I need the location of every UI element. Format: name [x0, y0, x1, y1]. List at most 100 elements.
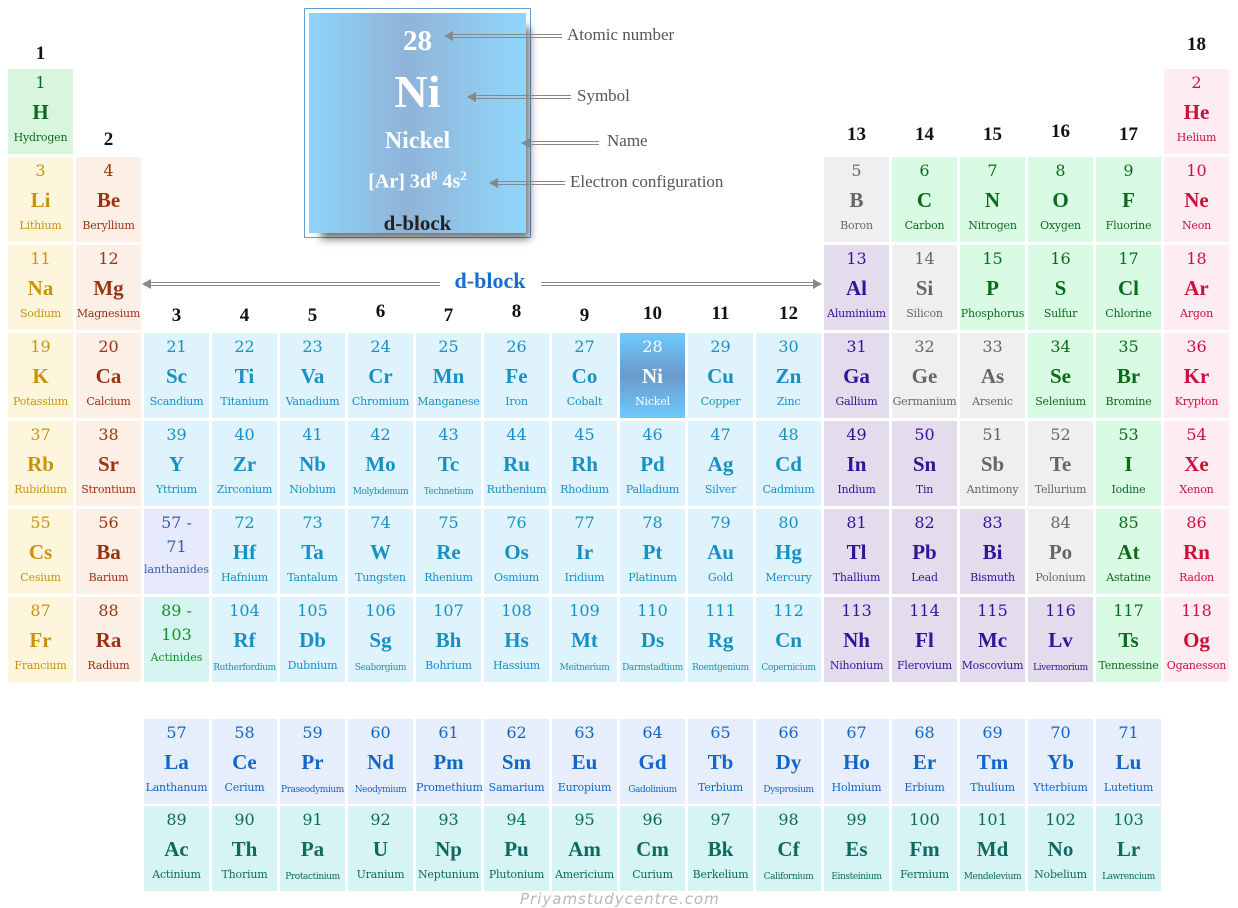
element-cell-rb[interactable]: 37 Rb Rubidium — [8, 421, 73, 506]
element-cell-tl[interactable]: 81 Tl Thallium — [824, 509, 889, 594]
element-cell-gd[interactable]: 64 Gd Gadolinium — [620, 719, 685, 804]
element-cell-kr[interactable]: 36 Kr Krypton — [1164, 333, 1229, 418]
element-cell-o[interactable]: 8 O Oxygen — [1028, 157, 1093, 242]
element-cell-si[interactable]: 14 Si Silicon — [892, 245, 957, 330]
element-cell-al[interactable]: 13 Al Aluminium — [824, 245, 889, 330]
element-cell-lu[interactable]: 71 Lu Lutetium — [1096, 719, 1161, 804]
element-cell-hs[interactable]: 108 Hs Hassium — [484, 597, 549, 682]
element-cell-nh[interactable]: 113 Nh Nihonium — [824, 597, 889, 682]
element-cell-la[interactable]: 57 La Lanthanum — [144, 719, 209, 804]
element-cell-nb[interactable]: 41 Nb Niobium — [280, 421, 345, 506]
element-cell-bk[interactable]: 97 Bk Berkelium — [688, 806, 753, 891]
element-cell-nd[interactable]: 60 Nd Neodymium — [348, 719, 413, 804]
element-cell-cf[interactable]: 98 Cf Californium — [756, 806, 821, 891]
element-cell-s[interactable]: 16 S Sulfur — [1028, 245, 1093, 330]
element-cell-tc[interactable]: 43 Tc Technetium — [416, 421, 481, 506]
element-cell-hg[interactable]: 80 Hg Mercury — [756, 509, 821, 594]
element-cell-rf[interactable]: 104 Rf Rutherfordium — [212, 597, 277, 682]
element-cell-tb[interactable]: 65 Tb Terbium — [688, 719, 753, 804]
element-cell-f[interactable]: 9 F Fluorine — [1096, 157, 1161, 242]
element-cell-ni[interactable]: 28 Ni Nickel — [620, 333, 685, 418]
element-cell-np[interactable]: 93 Np Neptunium — [416, 806, 481, 891]
element-cell-ir[interactable]: 77 Ir Iridium — [552, 509, 617, 594]
element-cell-h[interactable]: 1 H Hydrogen — [8, 69, 73, 154]
element-cell-ce[interactable]: 58 Ce Cerium — [212, 719, 277, 804]
element-cell-zn[interactable]: 30 Zn Zinc — [756, 333, 821, 418]
element-cell-es[interactable]: 99 Es Einsteinium — [824, 806, 889, 891]
element-cell-bh[interactable]: 107 Bh Bohrium — [416, 597, 481, 682]
element-cell-pm[interactable]: 61 Pm Promethium — [416, 719, 483, 804]
element-cell-mo[interactable]: 42 Mo Molybdenum — [348, 421, 413, 506]
element-cell-br[interactable]: 35 Br Bromine — [1096, 333, 1161, 418]
element-cell-be[interactable]: 4 Be Beryllium — [76, 157, 141, 242]
element-cell-in[interactable]: 49 In Indium — [824, 421, 889, 506]
element-cell-ac[interactable]: 89 Ac Actinium — [144, 806, 209, 891]
element-cell-sr[interactable]: 38 Sr Strontium — [76, 421, 141, 506]
element-cell-va[interactable]: 23 Va Vanadium — [280, 333, 345, 418]
element-cell-bi[interactable]: 83 Bi Bismuth — [960, 509, 1025, 594]
element-cell-ge[interactable]: 32 Ge Germanium — [892, 333, 957, 418]
element-cell-rn[interactable]: 86 Rn Radon — [1164, 509, 1229, 594]
element-cell-ca[interactable]: 20 Ca Calcium — [76, 333, 141, 418]
element-cell-og[interactable]: 118 Og Oganesson — [1164, 597, 1229, 682]
element-cell-lv[interactable]: 116 Lv Livermorium — [1028, 597, 1093, 682]
element-cell-ba[interactable]: 56 Ba Barium — [76, 509, 141, 594]
element-cell-re[interactable]: 75 Re Rhenium — [416, 509, 481, 594]
element-cell-mt[interactable]: 109 Mt Meitnerium — [552, 597, 617, 682]
element-cell-fl[interactable]: 114 Fl Flerovium — [892, 597, 957, 682]
element-cell-rh[interactable]: 45 Rh Rhodium — [552, 421, 617, 506]
element-cell-md[interactable]: 101 Md Mendelevium — [960, 806, 1025, 891]
element-cell-cl[interactable]: 17 Cl Chlorine — [1096, 245, 1161, 330]
element-cell-fe[interactable]: 26 Fe Iron — [484, 333, 549, 418]
element-cell-ag[interactable]: 47 Ag Silver — [688, 421, 753, 506]
element-cell-pd[interactable]: 46 Pd Palladium — [620, 421, 685, 506]
element-cell-sn[interactable]: 50 Sn Tin — [892, 421, 957, 506]
element-cell-y[interactable]: 39 Y Yttrium — [144, 421, 209, 506]
element-cell-cu[interactable]: 29 Cu Copper — [688, 333, 753, 418]
element-cell-c[interactable]: 6 C Carbon — [892, 157, 957, 242]
element-cell-au[interactable]: 79 Au Gold — [688, 509, 753, 594]
element-cell-pa[interactable]: 91 Pa Protactinium — [280, 806, 345, 891]
element-cell-th[interactable]: 90 Th Thorium — [212, 806, 277, 891]
element-cell-zr[interactable]: 40 Zr Zirconium — [212, 421, 277, 506]
element-cell-no[interactable]: 102 No Nobelium — [1028, 806, 1093, 891]
element-cell-he[interactable]: 2 He Helium — [1164, 69, 1229, 154]
element-cell-pt[interactable]: 78 Pt Platinum — [620, 509, 685, 594]
element-cell-rg[interactable]: 111 Rg Roentgenium — [688, 597, 753, 682]
element-cell-li[interactable]: 3 Li Lithium — [8, 157, 73, 242]
element-cell-cr[interactable]: 24 Cr Chromium — [348, 333, 413, 418]
element-cell-b[interactable]: 5 B Boron — [824, 157, 889, 242]
element-cell-dy[interactable]: 66 Dy Dysprosium — [756, 719, 821, 804]
element-cell-u[interactable]: 92 U Uranium — [348, 806, 413, 891]
element-cell-os[interactable]: 76 Os Osmium — [484, 509, 549, 594]
element-cell-xe[interactable]: 54 Xe Xenon — [1164, 421, 1229, 506]
element-cell-ar[interactable]: 18 Ar Argon — [1164, 245, 1229, 330]
element-cell-na[interactable]: 11 Na Sodium — [8, 245, 73, 330]
element-cell-db[interactable]: 105 Db Dubnium — [280, 597, 345, 682]
element-cell-cs[interactable]: 55 Cs Cesium — [8, 509, 73, 594]
element-cell-mn[interactable]: 25 Mn Manganese — [416, 333, 481, 418]
element-cell-as[interactable]: 33 As Arsenic — [960, 333, 1025, 418]
element-cell-sb[interactable]: 51 Sb Antimony — [960, 421, 1025, 506]
element-cell-po[interactable]: 84 Po Polonium — [1028, 509, 1093, 594]
element-cell-cm[interactable]: 96 Cm Curium — [620, 806, 685, 891]
element-cell-k[interactable]: 19 K Potassium — [8, 333, 73, 418]
element-cell-w[interactable]: 74 W Tungsten — [348, 509, 413, 594]
element-cell-mc[interactable]: 115 Mc Moscovium — [960, 597, 1025, 682]
element-cell-ho[interactable]: 67 Ho Holmium — [824, 719, 889, 804]
element-cell-p[interactable]: 15 P Phosphorus — [960, 245, 1025, 330]
element-cell-er[interactable]: 68 Er Erbium — [892, 719, 957, 804]
element-cell-i[interactable]: 53 I Iodine — [1096, 421, 1161, 506]
element-cell-ra[interactable]: 88 Ra Radium — [76, 597, 141, 682]
element-cell-at[interactable]: 85 At Astatine — [1096, 509, 1161, 594]
element-cell-pr[interactable]: 59 Pr Praseodymium — [280, 719, 345, 804]
element-cell-sc[interactable]: 21 Sc Scandium — [144, 333, 209, 418]
element-cell-ts[interactable]: 117 Ts Tennessine — [1096, 597, 1161, 682]
element-cell-ti[interactable]: 22 Ti Titanium — [212, 333, 277, 418]
element-cell-co[interactable]: 27 Co Cobalt — [552, 333, 617, 418]
element-cell-pu[interactable]: 94 Pu Plutonium — [484, 806, 549, 891]
element-cell-ds[interactable]: 110 Ds Darmstadtium — [620, 597, 685, 682]
placeholder-actinides[interactable]: 89 - 103 Actinides — [144, 597, 209, 682]
element-cell-pb[interactable]: 82 Pb Lead — [892, 509, 957, 594]
element-cell-ru[interactable]: 44 Ru Ruthenium — [484, 421, 549, 506]
